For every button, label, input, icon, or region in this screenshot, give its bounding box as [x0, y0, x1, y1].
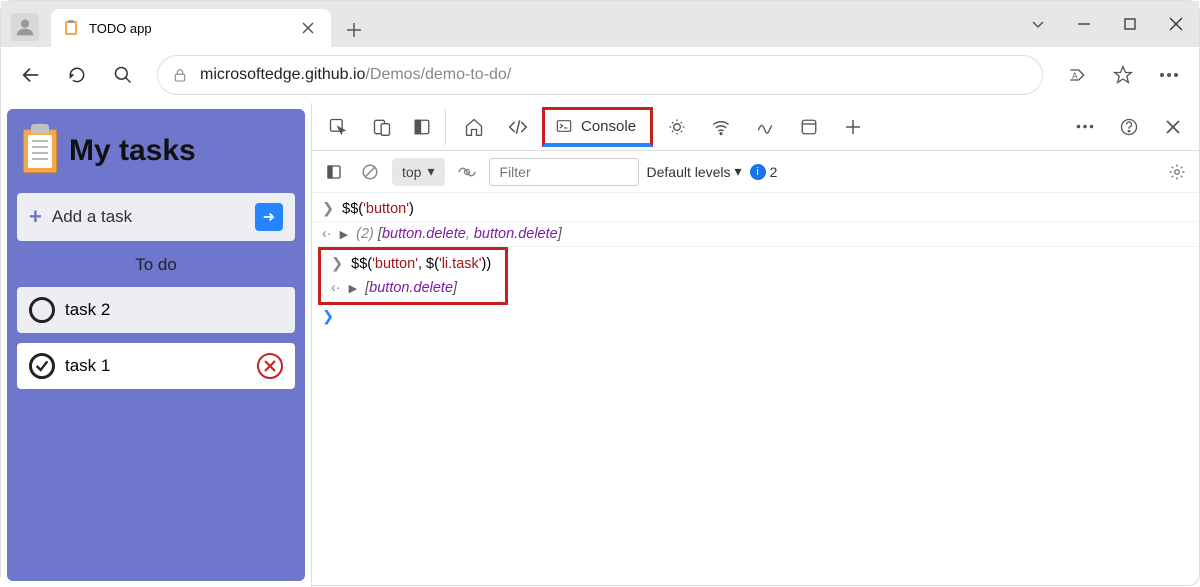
chevron-down-icon: ▾ — [735, 163, 742, 180]
sources-tab-icon[interactable] — [657, 107, 697, 147]
chevron-down-icon: ▾ — [427, 163, 434, 180]
console-toolbar: top▾ Default levels▾ i2 — [312, 151, 1199, 193]
tab-close-button[interactable] — [297, 17, 319, 39]
section-heading: To do — [17, 255, 295, 275]
content-split: My tasks + Add a task To do task 2 task … — [1, 103, 1199, 587]
add-task-label: Add a task — [52, 207, 132, 227]
live-expression-button[interactable] — [453, 158, 481, 186]
new-tab-button[interactable] — [337, 13, 371, 47]
window-controls — [1015, 1, 1199, 47]
input-chevron-icon: ❯ — [331, 256, 343, 272]
welcome-tab-icon[interactable] — [454, 107, 494, 147]
highlighted-region: ❯ $$('button', $('li.task')) ‹· ▶ [butto… — [318, 247, 508, 305]
minimize-button[interactable] — [1061, 1, 1107, 47]
back-button[interactable] — [9, 53, 53, 97]
add-task-card[interactable]: + Add a task — [17, 193, 295, 241]
page-title: My tasks — [69, 134, 196, 168]
favorite-button[interactable] — [1101, 53, 1145, 97]
clear-console-button[interactable] — [356, 158, 384, 186]
submit-task-button[interactable] — [255, 203, 283, 231]
checkbox-checked-icon[interactable] — [29, 353, 55, 379]
log-levels-selector[interactable]: Default levels▾ — [647, 163, 742, 180]
console-prompt[interactable]: ❯ — [312, 305, 1199, 329]
lock-icon — [172, 67, 188, 83]
console-filter-input[interactable] — [489, 158, 639, 186]
console-output[interactable]: ❯ $$($$('button')'button') ‹· ▶ (2) [but… — [312, 193, 1199, 587]
performance-tab-icon[interactable] — [745, 107, 785, 147]
plus-icon: + — [29, 204, 42, 230]
checkbox-unchecked-icon[interactable] — [29, 297, 55, 323]
url-text: microsoftedge.github.io/Demos/demo-to-do… — [200, 66, 511, 84]
console-tab-label: Console — [581, 118, 636, 135]
page-viewport: My tasks + Add a task To do task 2 task … — [1, 103, 311, 587]
application-tab-icon[interactable] — [789, 107, 829, 147]
console-output-line: ‹· ▶ (2) [button.delete, button.delete] — [312, 222, 1199, 247]
refresh-button[interactable] — [55, 53, 99, 97]
console-output-line: ‹· ▶ [button.delete] — [321, 276, 501, 300]
execution-context-selector[interactable]: top▾ — [392, 158, 445, 186]
browser-toolbar: microsoftedge.github.io/Demos/demo-to-do… — [1, 47, 1199, 103]
dock-side-button[interactable] — [406, 107, 446, 147]
issue-badge-icon: i — [750, 164, 766, 180]
inspect-element-button[interactable] — [318, 107, 358, 147]
console-tab[interactable]: Console — [542, 107, 653, 147]
devtools-panel: Console top▾ Default levels▾ i2 — [311, 103, 1199, 587]
tab-overflow-button[interactable] — [1015, 1, 1061, 47]
devtools-tabstrip: Console — [312, 103, 1199, 151]
expand-triangle-icon[interactable]: ▶ — [349, 282, 357, 295]
console-code: $$($$('button')'button') — [342, 201, 414, 217]
devtools-more-button[interactable] — [1065, 107, 1105, 147]
output-chevron-icon: ‹· — [322, 226, 332, 242]
console-input-line: ❯ $$('button', $('li.task')) — [321, 252, 501, 276]
network-tab-icon[interactable] — [701, 107, 741, 147]
console-icon — [555, 118, 573, 134]
console-result: (2) [button.delete, button.delete] — [356, 226, 562, 242]
more-tabs-button[interactable] — [833, 107, 873, 147]
devtools-help-button[interactable] — [1109, 107, 1149, 147]
tab-favicon-icon — [63, 20, 79, 36]
search-button[interactable] — [101, 53, 145, 97]
console-sidebar-toggle[interactable] — [320, 158, 348, 186]
app-header: My tasks — [17, 123, 295, 193]
expand-triangle-icon[interactable]: ▶ — [340, 228, 348, 241]
svg-text:A: A — [1072, 70, 1078, 80]
maximize-button[interactable] — [1107, 1, 1153, 47]
browser-tab-active[interactable]: TODO app — [51, 9, 331, 47]
output-chevron-icon: ‹· — [331, 280, 341, 296]
task-label: task 2 — [65, 300, 110, 320]
issues-counter[interactable]: i2 — [750, 164, 778, 180]
elements-tab-icon[interactable] — [498, 107, 538, 147]
read-aloud-button[interactable]: A — [1055, 53, 1099, 97]
device-emulation-button[interactable] — [362, 107, 402, 147]
tab-title: TODO app — [89, 21, 287, 36]
more-button[interactable] — [1147, 53, 1191, 97]
address-bar[interactable]: microsoftedge.github.io/Demos/demo-to-do… — [157, 55, 1043, 95]
console-code: $$('button', $('li.task')) — [351, 256, 491, 272]
task-item[interactable]: task 2 — [17, 287, 295, 333]
todo-app: My tasks + Add a task To do task 2 task … — [7, 109, 305, 581]
input-chevron-icon: ❯ — [322, 201, 334, 217]
window-titlebar: TODO app — [1, 1, 1199, 47]
console-result: [button.delete] — [365, 280, 457, 296]
console-settings-button[interactable] — [1163, 158, 1191, 186]
task-item[interactable]: task 1 — [17, 343, 295, 389]
clipboard-icon — [23, 129, 57, 173]
task-label: task 1 — [65, 356, 110, 376]
devtools-close-button[interactable] — [1153, 107, 1193, 147]
close-window-button[interactable] — [1153, 1, 1199, 47]
profile-button[interactable] — [11, 13, 39, 41]
delete-task-button[interactable] — [257, 353, 283, 379]
console-input-line: ❯ $$($$('button')'button') — [312, 197, 1199, 222]
